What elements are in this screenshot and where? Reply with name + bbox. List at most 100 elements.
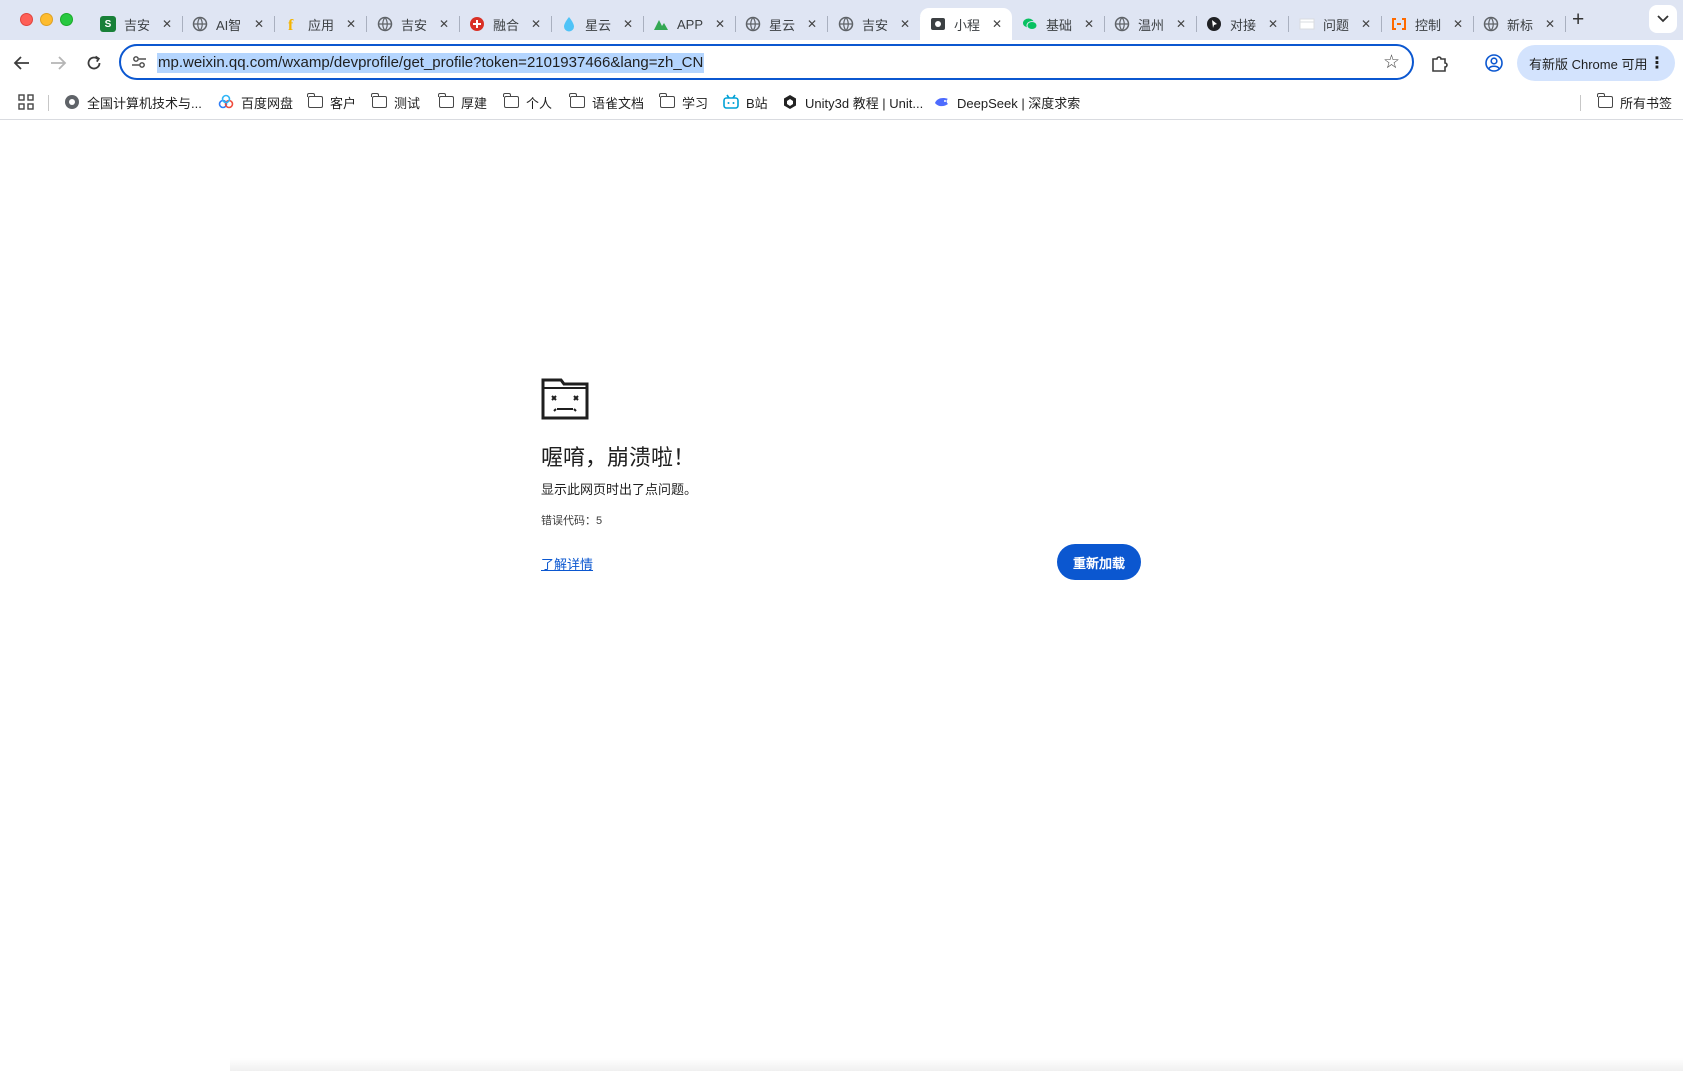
browser-tab[interactable]: APP ✕: [643, 8, 736, 40]
bookmark-item[interactable]: 百度网盘: [218, 92, 293, 112]
browser-tab[interactable]: 温州 ✕: [1104, 8, 1197, 40]
browser-tab[interactable]: 控制 ✕: [1381, 8, 1474, 40]
extensions-button[interactable]: [1428, 51, 1452, 75]
tab-title: 吉安: [124, 17, 151, 33]
close-tab-icon[interactable]: ✕: [807, 16, 817, 32]
window-bottom-shadow: [230, 1058, 1683, 1071]
bookmark-label: 学习: [682, 95, 709, 111]
f-icon: f: [284, 16, 300, 32]
bookmark-item[interactable]: Unity3d 教程 | Unit...: [782, 92, 923, 112]
reload-button[interactable]: 重新加载: [1057, 544, 1141, 580]
miniprogram-icon: [930, 16, 946, 32]
close-tab-icon[interactable]: ✕: [900, 16, 910, 32]
close-tab-icon[interactable]: ✕: [1361, 16, 1371, 32]
tab-title: APP: [677, 16, 704, 32]
tab-title: AI智: [216, 17, 242, 33]
close-tab-icon[interactable]: ✕: [346, 16, 356, 32]
close-tab-icon[interactable]: ✕: [439, 16, 449, 32]
forward-button[interactable]: [46, 51, 70, 75]
close-tab-icon[interactable]: ✕: [623, 16, 633, 32]
apps-button[interactable]: [18, 92, 34, 112]
folder-icon: [503, 93, 519, 110]
bookmark-item[interactable]: 客户: [307, 92, 356, 112]
bookmark-label: 语雀文档: [592, 95, 645, 111]
globe-icon: [1114, 16, 1130, 32]
close-tab-icon[interactable]: ✕: [531, 16, 541, 32]
bookmark-star-icon[interactable]: ☆: [1383, 51, 1400, 74]
profile-button[interactable]: [1482, 51, 1506, 75]
update-chrome-label: 有新版 Chrome 可用: [1529, 56, 1648, 72]
close-tab-icon[interactable]: ✕: [254, 16, 264, 32]
address-bar[interactable]: mp.weixin.qq.com/wxamp/devprofile/get_pr…: [119, 44, 1414, 80]
bookmark-item[interactable]: 全国计算机技术与...: [64, 92, 202, 112]
close-tab-icon[interactable]: ✕: [1545, 16, 1555, 32]
close-tab-icon[interactable]: ✕: [1084, 16, 1094, 32]
tab-title: 控制: [1415, 17, 1442, 33]
bookmark-item[interactable]: 语雀文档: [569, 92, 644, 112]
reload-page-button[interactable]: [82, 51, 106, 75]
browser-tab[interactable]: 吉安 ✕: [828, 8, 921, 40]
bookmark-label: Unity3d 教程 | Unit...: [805, 95, 924, 111]
browser-tab[interactable]: f 应用 ✕: [274, 8, 367, 40]
back-button[interactable]: [10, 51, 34, 75]
crash-title: 喔唷，崩溃啦！: [541, 445, 696, 470]
browser-tab[interactable]: S 吉安 ✕: [90, 8, 183, 40]
minimize-window-button[interactable]: [40, 13, 53, 26]
browser-tab[interactable]: 星云 ✕: [735, 8, 828, 40]
tab-title: 应用: [308, 17, 335, 33]
close-tab-icon[interactable]: ✕: [1176, 16, 1186, 32]
baidu-pan-icon: [218, 94, 234, 110]
browser-tab[interactable]: 基础 ✕: [1012, 8, 1105, 40]
browser-tab[interactable]: 星云 ✕: [551, 8, 644, 40]
close-tab-icon[interactable]: ✕: [162, 16, 172, 32]
bookmark-label: B站: [746, 95, 768, 111]
bookmark-item[interactable]: B站: [723, 92, 768, 112]
bookmark-item[interactable]: 厚建: [438, 92, 487, 112]
folder-icon: [438, 93, 454, 110]
folder-icon: [659, 93, 675, 110]
globe-icon: [838, 16, 854, 32]
new-tab-button[interactable]: +: [1572, 8, 1584, 32]
url-text[interactable]: mp.weixin.qq.com/wxamp/devprofile/get_pr…: [157, 53, 705, 73]
bookmark-label: 个人: [526, 95, 553, 111]
tab-title: 新标: [1507, 17, 1534, 33]
browser-tab[interactable]: 吉安 ✕: [367, 8, 460, 40]
browser-tab[interactable]: 对接 ✕: [1196, 8, 1289, 40]
site-settings-icon[interactable]: [131, 54, 147, 70]
close-tab-icon[interactable]: ✕: [992, 16, 1002, 32]
bookmark-item[interactable]: 测试: [371, 92, 420, 112]
console-icon: [1391, 16, 1407, 32]
tab-title: 星云: [585, 17, 612, 33]
bookmarks-divider: [1580, 95, 1581, 111]
browser-tab[interactable]: 新标 ✕: [1473, 8, 1566, 40]
close-window-button[interactable]: [20, 13, 33, 26]
apps-grid-icon: [18, 94, 34, 110]
bookmark-item[interactable]: 个人: [503, 92, 552, 112]
close-tab-icon[interactable]: ✕: [1453, 16, 1463, 32]
sad-folder-icon: [541, 378, 589, 420]
doc-icon: [1299, 16, 1315, 32]
tab-search-button[interactable]: [1649, 5, 1677, 33]
puzzle-icon: [1432, 56, 1448, 72]
bookmark-item[interactable]: 学习: [659, 92, 708, 112]
browser-tab[interactable]: 融合 ✕: [459, 8, 552, 40]
learn-more-link[interactable]: 了解详情: [541, 554, 593, 573]
tab-title: 吉安: [862, 17, 889, 33]
refresh-icon: [87, 55, 101, 70]
close-tab-icon[interactable]: ✕: [715, 16, 725, 32]
bookmark-item[interactable]: DeepSeek | 深度求索: [934, 92, 1080, 112]
bookmarks-bar: 全国计算机技术与... 百度网盘 客户 测试 厚建 个人 语雀文档 学习 B站 Unity3d 教…: [0, 86, 1683, 120]
globe-icon: [1483, 16, 1499, 32]
arrow-right-icon: [51, 56, 67, 70]
tab-separator: [1565, 16, 1566, 32]
update-chrome-button[interactable]: 有新版 Chrome 可用 ⋮: [1517, 45, 1675, 81]
close-tab-icon[interactable]: ✕: [1268, 16, 1278, 32]
browser-tab[interactable]: 问题 ✕: [1289, 8, 1382, 40]
all-bookmarks-button[interactable]: 所有书签: [1597, 92, 1672, 112]
more-menu-icon[interactable]: ⋮: [1649, 53, 1665, 73]
maximize-window-button[interactable]: [60, 13, 73, 26]
sheets-icon: S: [100, 16, 116, 32]
browser-tab[interactable]: AI智 ✕: [182, 8, 275, 40]
folder-icon: [307, 93, 323, 110]
browser-tab[interactable]: 小程 ✕: [920, 8, 1012, 40]
